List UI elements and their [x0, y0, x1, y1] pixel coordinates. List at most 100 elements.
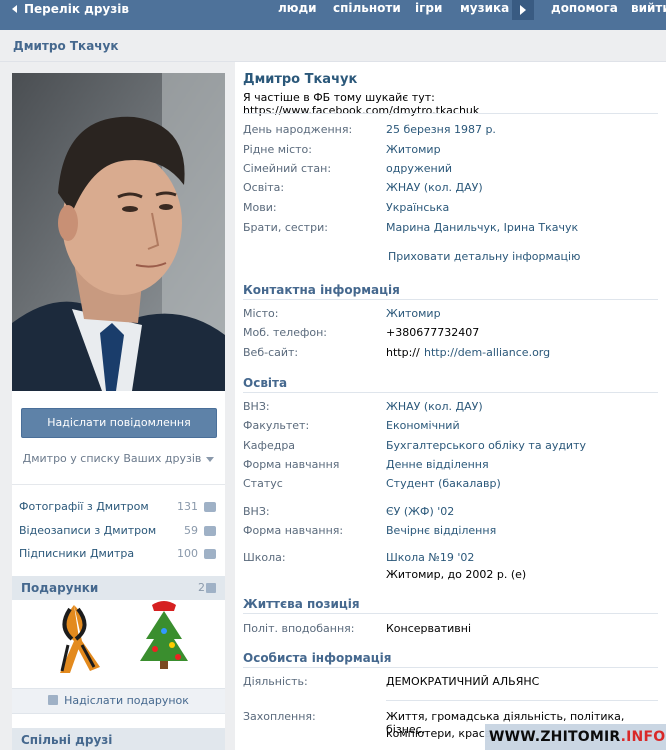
divider	[243, 667, 658, 668]
videos-count: 59	[184, 524, 198, 537]
nav-logout[interactable]: вийти	[631, 0, 666, 18]
subscribers-link[interactable]: Підписники Дмитра 100	[19, 547, 218, 563]
languages-value[interactable]: Українська	[386, 201, 449, 214]
website-label: Веб-сайт:	[243, 346, 299, 359]
university2-value[interactable]: ЄУ (ЖФ) '02	[386, 505, 454, 518]
divider	[243, 299, 658, 300]
contact-section-title: Контактна інформація	[243, 283, 400, 297]
nav-games[interactable]: ігри	[415, 0, 442, 18]
page-title: Дмитро Ткачук	[13, 39, 119, 53]
faculty-label: Факультет:	[243, 419, 310, 432]
divider	[243, 392, 658, 393]
department-label: Кафедра	[243, 439, 296, 452]
education-short-label: Освіта:	[243, 181, 285, 194]
education-section-title: Освіта	[243, 376, 288, 390]
back-to-friends-link[interactable]: Перелік друзів	[12, 0, 129, 18]
department-value[interactable]: Бухгалтерського обліку та аудиту	[386, 439, 586, 452]
photos-count: 131	[177, 500, 198, 513]
watermark-site: ZHITOMIR	[540, 729, 621, 745]
status-label: Статус	[243, 477, 283, 490]
birthday-value[interactable]: 25 березня 1987 р.	[386, 123, 496, 136]
camera-icon	[204, 502, 216, 512]
divider	[386, 700, 658, 701]
profile-photo-image	[12, 73, 225, 391]
send-message-button[interactable]: Надіслати повідомлення	[21, 408, 217, 438]
profile-name: Дмитро Ткачук	[243, 72, 358, 87]
videos-with-link[interactable]: Відеозаписи з Дмитром 59	[19, 524, 218, 540]
website-link[interactable]: http://dem-alliance.org	[424, 346, 550, 359]
birthday-label: День народження:	[243, 123, 353, 136]
profile-photo[interactable]	[12, 73, 225, 391]
study-form-label: Форма навчання	[243, 458, 340, 471]
watermark-tld: .INFO	[620, 729, 666, 745]
subscribers-count: 100	[177, 547, 198, 560]
activities-value: ДЕМОКРАТИЧНИЙ АЛЬЯНС	[386, 675, 540, 688]
phone-value: +380677732407	[386, 326, 480, 339]
study-form2-value[interactable]: Вечірнє відділення	[386, 524, 496, 537]
siblings-label: Брати, сестри:	[243, 221, 328, 234]
siblings-value[interactable]: Марина Данильчук, Ірина Ткачук	[386, 221, 578, 234]
personal-section-title: Особиста інформація	[243, 651, 392, 665]
chevron-left-icon	[12, 5, 17, 13]
chevron-right-icon	[520, 5, 526, 15]
hide-details-link[interactable]: Приховати детальну інформацію	[388, 250, 580, 263]
languages-label: Мови:	[243, 201, 277, 214]
relationship-value[interactable]: одружений	[386, 162, 452, 175]
friend-status-dropdown[interactable]: Дмитро у списку Ваших друзів	[12, 452, 225, 465]
nav-more-button[interactable]	[512, 0, 534, 20]
study-form2-label: Форма навчання:	[243, 524, 344, 537]
divider	[243, 613, 658, 614]
political-views-label: Політ. вподобання:	[243, 622, 355, 635]
faculty-value[interactable]: Економічний	[386, 419, 460, 432]
gifts-count: 2	[198, 581, 205, 594]
political-views-value: Консервативні	[386, 622, 472, 635]
nav-help[interactable]: допомога	[551, 0, 618, 18]
phone-label: Моб. телефон:	[243, 326, 328, 339]
school-value[interactable]: Школа №19 '02	[386, 551, 474, 564]
nav-music[interactable]: музика	[460, 0, 509, 18]
university2-label: ВНЗ:	[243, 505, 270, 518]
city-value[interactable]: Житомир	[386, 307, 441, 320]
gifts-header[interactable]: Подарунки 2	[12, 576, 225, 600]
ribbon-gift-icon	[60, 605, 100, 673]
hometown-value[interactable]: Житомир	[386, 143, 441, 156]
gifts-list	[12, 599, 225, 677]
interests-label: Захоплення:	[243, 710, 316, 723]
status-value[interactable]: Студент (бакалавр)	[386, 477, 501, 490]
nav-people[interactable]: люди	[278, 0, 317, 18]
common-friends-header[interactable]: Спільні друзі	[12, 728, 225, 750]
gift-icon	[206, 583, 216, 593]
gifts-header-label: Подарунки	[21, 581, 99, 595]
activities-label: Діяльність:	[243, 675, 308, 688]
divider	[243, 113, 658, 114]
send-gift-label: Надіслати подарунок	[64, 694, 189, 707]
university-label: ВНЗ:	[243, 400, 270, 413]
school-label: Школа:	[243, 551, 286, 564]
watermark-prefix: WWW.	[489, 729, 541, 745]
videos-with-label: Відеозаписи з Дмитром	[19, 524, 157, 537]
city-label: Місто:	[243, 307, 279, 320]
gifts-image	[60, 601, 188, 673]
school-details: Житомир, до 2002 р. (е)	[386, 568, 527, 581]
nav-communities[interactable]: спільноти	[333, 0, 401, 18]
gift-icon	[48, 695, 59, 705]
chevron-down-icon	[206, 456, 215, 462]
friend-status-label: Дмитро у списку Ваших друзів	[22, 452, 202, 465]
film-icon	[204, 526, 216, 536]
study-form-value[interactable]: Денне відділення	[386, 458, 489, 471]
life-position-section-title: Життєва позиція	[243, 597, 360, 611]
website-prefix: http://	[386, 346, 420, 359]
relationship-label: Сімейний стан:	[243, 162, 332, 175]
photos-with-link[interactable]: Фотографії з Дмитром 131	[19, 500, 218, 516]
education-short-value[interactable]: ЖНАУ (кол. ДАУ)	[386, 181, 483, 194]
top-bar: Перелік друзів люди спільноти ігри музик…	[0, 0, 666, 30]
photos-with-label: Фотографії з Дмитром	[19, 500, 149, 513]
subscribers-label: Підписники Дмитра	[19, 547, 135, 560]
page-title-bar: Дмитро Ткачук	[0, 30, 666, 62]
send-gift-button[interactable]: Надіслати подарунок	[12, 688, 225, 714]
university-value[interactable]: ЖНАУ (кол. ДАУ)	[386, 400, 483, 413]
hometown-label: Рідне місто:	[243, 143, 312, 156]
people-icon	[204, 549, 216, 559]
divider	[12, 484, 225, 485]
christmas-tree-gift-icon	[140, 601, 188, 669]
